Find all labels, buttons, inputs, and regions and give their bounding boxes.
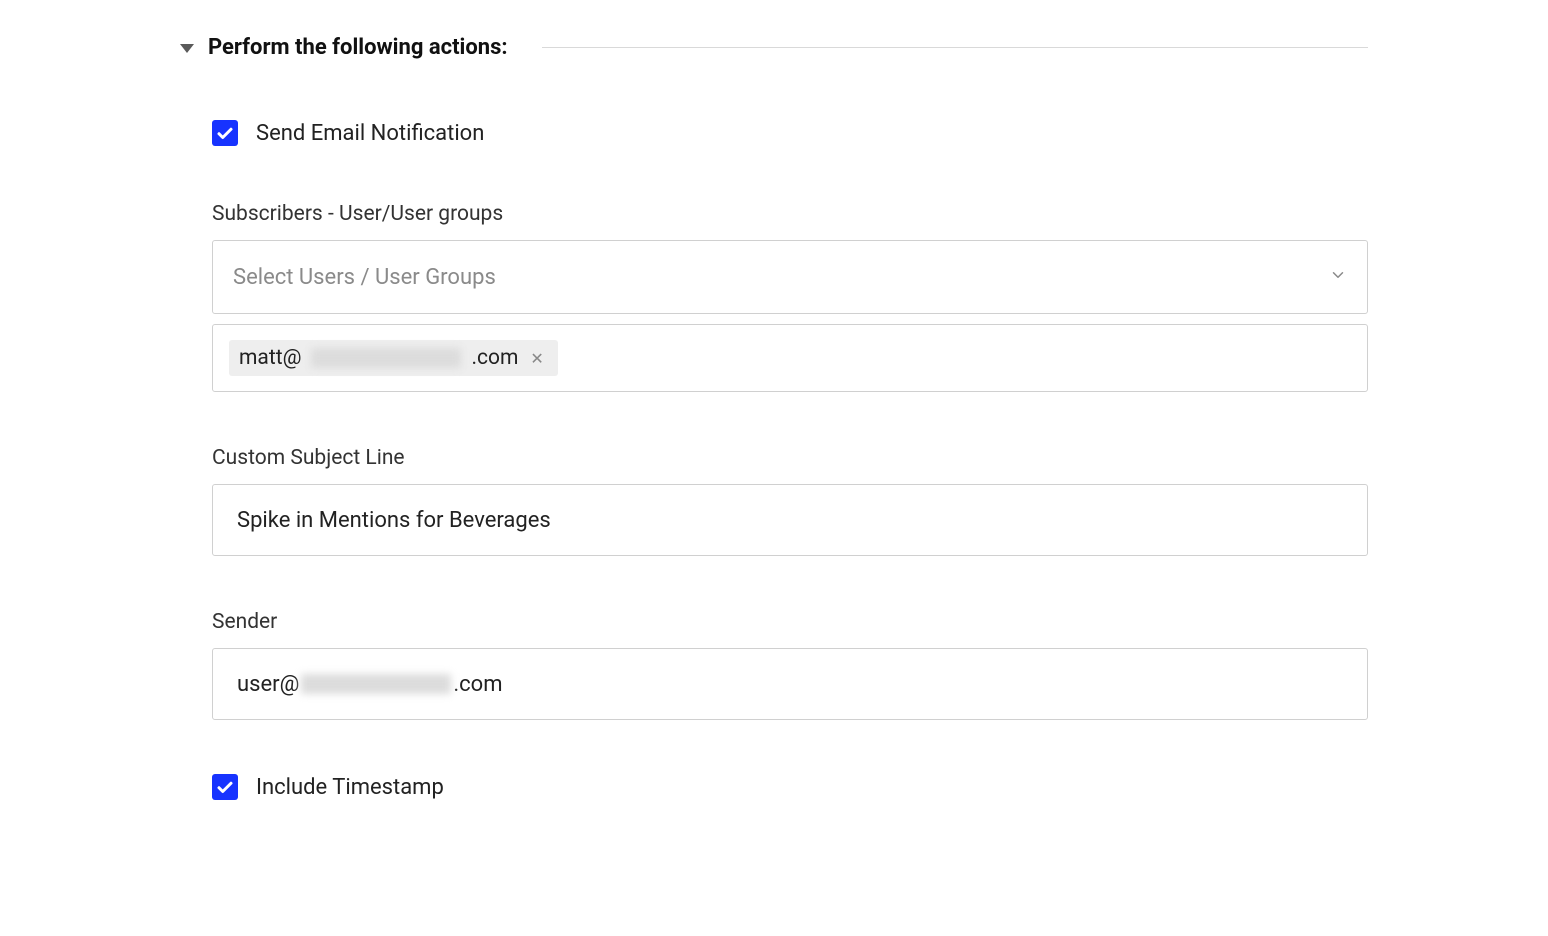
section-header[interactable]: Perform the following actions: <box>180 35 1368 60</box>
sender-label: Sender <box>212 610 1368 634</box>
subscribers-chipbox-wrapper: matt@ .com ✕ <box>212 324 1368 392</box>
custom-subject-label: Custom Subject Line <box>212 446 1368 470</box>
subscribers-field: Subscribers - User/User groups Select Us… <box>212 202 1368 314</box>
include-timestamp-checkbox[interactable] <box>212 774 238 800</box>
custom-subject-field: Custom Subject Line <box>212 446 1368 556</box>
check-icon <box>216 778 234 796</box>
include-timestamp-row: Include Timestamp <box>212 774 1368 800</box>
include-timestamp-label: Include Timestamp <box>256 775 444 800</box>
section-title: Perform the following actions: <box>208 35 508 60</box>
chevron-down-icon <box>180 44 194 53</box>
chip-remove-icon[interactable]: ✕ <box>526 349 547 368</box>
divider <box>542 47 1368 48</box>
sender-prefix: user@ <box>237 672 299 697</box>
chip-text-suffix: .com <box>471 346 518 370</box>
chevron-down-icon <box>1329 266 1347 288</box>
send-email-label: Send Email Notification <box>256 121 484 146</box>
subscribers-chip-input[interactable]: matt@ .com ✕ <box>212 324 1368 392</box>
actions-form: Perform the following actions: Send Emai… <box>0 0 1548 800</box>
subscribers-select-placeholder: Select Users / User Groups <box>233 265 496 290</box>
sender-input[interactable]: user@ .com <box>212 648 1368 720</box>
sender-suffix: .com <box>453 672 502 697</box>
obscured-text <box>301 674 451 694</box>
send-email-checkbox[interactable] <box>212 120 238 146</box>
subscriber-chip: matt@ .com ✕ <box>229 340 558 376</box>
subscribers-label: Subscribers - User/User groups <box>212 202 1368 226</box>
chip-text-prefix: matt@ <box>239 346 301 370</box>
subscribers-select[interactable]: Select Users / User Groups <box>212 240 1368 314</box>
check-icon <box>216 124 234 142</box>
send-email-row: Send Email Notification <box>212 120 1368 146</box>
obscured-text <box>311 348 461 368</box>
custom-subject-input[interactable] <box>212 484 1368 556</box>
sender-field: Sender user@ .com <box>212 610 1368 720</box>
